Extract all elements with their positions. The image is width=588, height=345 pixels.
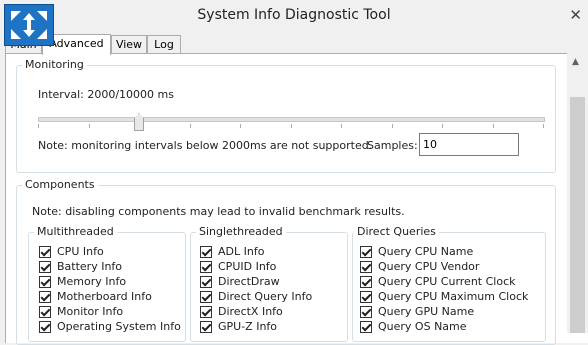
component-checkbox-label: Query GPU Name [378, 305, 475, 318]
component-checkbox[interactable] [39, 306, 51, 318]
component-checkbox[interactable] [39, 246, 51, 258]
component-checkbox-label: Memory Info [57, 275, 127, 288]
slider-tick [493, 124, 494, 128]
direct-queries-legend: Direct Queries [354, 225, 439, 238]
component-checkbox-label: Query CPU Name [378, 245, 474, 258]
component-checkbox-label: Query CPU Maximum Clock [378, 290, 529, 303]
component-checkbox[interactable] [360, 306, 372, 318]
title-bar: System Info Diagnostic Tool ✕ [0, 0, 588, 32]
interval-slider-track [38, 117, 545, 122]
component-checkbox[interactable] [200, 291, 212, 303]
slider-tick [190, 124, 191, 128]
scroll-up-arrow-icon[interactable]: ▲ [572, 57, 579, 67]
monitoring-legend: Monitoring [22, 58, 87, 71]
slider-tick [543, 124, 544, 128]
component-checkbox[interactable] [360, 246, 372, 258]
slider-tick [38, 124, 39, 128]
slider-tick [341, 124, 342, 128]
component-checkbox-label: GPU-Z Info [218, 320, 278, 333]
component-checkbox-label: Query OS Name [378, 320, 467, 333]
samples-label: Samples: [367, 139, 418, 152]
component-checkbox[interactable] [360, 276, 372, 288]
close-window-button[interactable]: ✕ [569, 6, 582, 24]
component-checkbox[interactable] [360, 291, 372, 303]
component-checkbox-label: Operating System Info [57, 320, 181, 333]
component-checkbox-label: DirectX Info [218, 305, 283, 318]
component-checkbox[interactable] [360, 321, 372, 333]
component-checkbox-label: Monitor Info [57, 305, 124, 318]
slider-tick [442, 124, 443, 128]
component-checkbox[interactable] [39, 291, 51, 303]
component-checkbox-label: Direct Query Info [218, 290, 313, 303]
multithreaded-legend: Multithreaded [34, 225, 117, 238]
components-legend: Components [22, 178, 98, 191]
component-checkbox-label: DirectDraw [218, 275, 280, 288]
component-checkbox-label: Battery Info [57, 260, 123, 273]
component-checkbox-label: Query CPU Current Clock [378, 275, 516, 288]
scrollbar-thumb[interactable] [570, 97, 585, 333]
component-checkbox-label: Query CPU Vendor [378, 260, 480, 273]
component-checkbox[interactable] [39, 276, 51, 288]
component-checkbox[interactable] [360, 261, 372, 273]
component-checkbox[interactable] [200, 306, 212, 318]
component-checkbox[interactable] [39, 261, 51, 273]
component-checkbox[interactable] [39, 321, 51, 333]
component-checkbox[interactable] [200, 261, 212, 273]
component-checkbox[interactable] [200, 246, 212, 258]
window-title: System Info Diagnostic Tool [197, 7, 391, 23]
slider-tick [89, 124, 90, 128]
component-checkbox-label: CPU Info [57, 245, 104, 258]
component-checkbox-label: ADL Info [218, 245, 265, 258]
slider-tick [291, 124, 292, 128]
component-checkbox-label: CPUID Info [218, 260, 277, 273]
slider-tick [392, 124, 393, 128]
components-note: Note: disabling components may lead to i… [32, 205, 405, 218]
interval-label: Interval: 2000/10000 ms [38, 88, 174, 101]
vertical-scrollbar[interactable]: ▲ [567, 53, 588, 333]
component-checkbox-label: Motherboard Info [57, 290, 152, 303]
component-checkbox[interactable] [200, 321, 212, 333]
singlethreaded-legend: Singlethreaded [196, 225, 286, 238]
tab-log[interactable]: Log [147, 35, 181, 53]
component-checkbox[interactable] [200, 276, 212, 288]
tab-view[interactable]: View [111, 35, 147, 53]
slider-tick [240, 124, 241, 128]
monitoring-note: Note: monitoring intervals below 2000ms … [38, 139, 373, 152]
app-icon [4, 4, 54, 46]
samples-input[interactable]: 10 [419, 133, 519, 156]
